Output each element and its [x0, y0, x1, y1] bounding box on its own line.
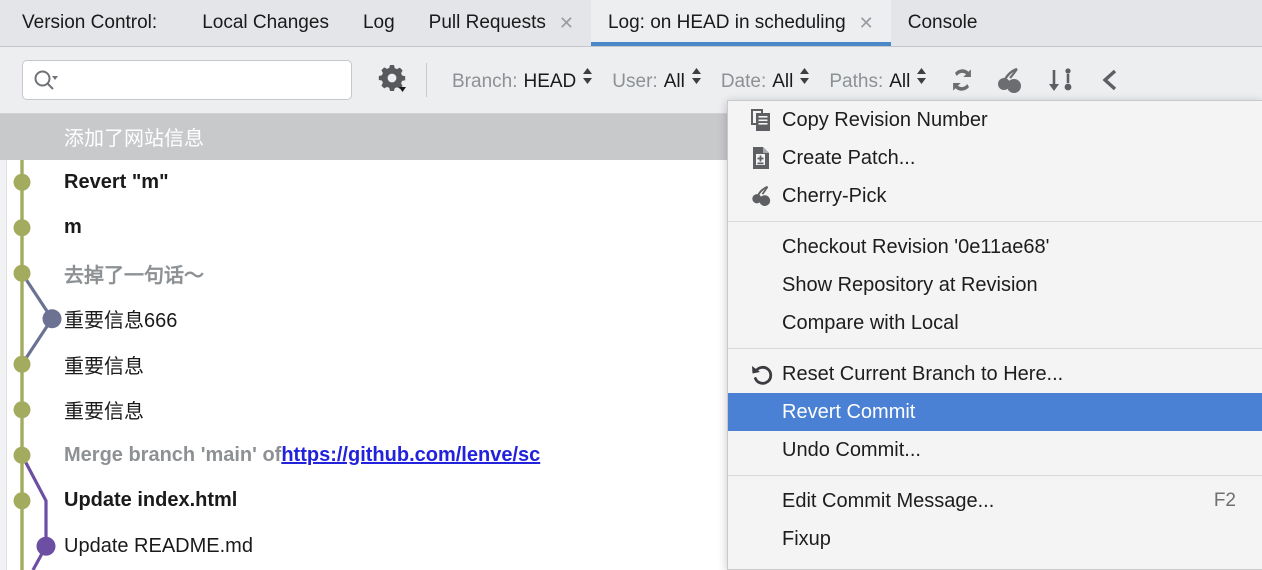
- filter-paths[interactable]: Paths: All: [820, 67, 937, 93]
- create-patch-icon: [750, 146, 782, 170]
- menu-item-label: Revert Commit: [782, 400, 916, 423]
- commit-subject: Merge branch 'main' of: [64, 443, 282, 466]
- commit-subject: 重要信息: [64, 355, 144, 378]
- chevron-updown-icon: [915, 66, 928, 92]
- gear-icon: [377, 63, 407, 98]
- close-icon[interactable]: ✕: [559, 14, 574, 32]
- reset-icon: [750, 362, 782, 386]
- menu-item-compare-with-local[interactable]: Compare with Local: [728, 304, 1262, 342]
- filter-user[interactable]: User: All: [603, 67, 712, 93]
- cherry-pick-icon: [750, 184, 782, 208]
- menu-item-label: Show Repository at Revision: [782, 273, 1038, 296]
- filter-name: User:: [612, 71, 658, 92]
- menu-item-create-patch[interactable]: Create Patch...: [728, 139, 1262, 177]
- menu-separator: [728, 348, 1262, 349]
- menu-separator: [728, 475, 1262, 476]
- settings-gear-button[interactable]: [370, 58, 414, 102]
- search-icon: [33, 69, 59, 91]
- chevron-updown-icon: [690, 66, 703, 92]
- filter-name: Paths:: [829, 71, 884, 92]
- menu-item-checkout-revision-0e11ae68[interactable]: Checkout Revision '0e11ae68': [728, 228, 1262, 266]
- menu-item-label: Reset Current Branch to Here...: [782, 362, 1064, 385]
- menu-item-shortcut: F2: [1213, 490, 1236, 511]
- menu-item-copy-revision-number[interactable]: Copy Revision Number: [728, 101, 1262, 139]
- close-icon[interactable]: ✕: [859, 14, 874, 32]
- cherry-pick-icon[interactable]: [995, 66, 1027, 94]
- commit-url-link[interactable]: https://github.com/lenve/sc: [281, 444, 540, 467]
- chevron-updown-icon: [581, 66, 594, 92]
- tab-label: Log: [362, 12, 395, 33]
- menu-item-show-repository-at-revision[interactable]: Show Repository at Revision: [728, 266, 1262, 304]
- menu-item-revert-commit[interactable]: Revert Commit: [728, 393, 1262, 431]
- menu-separator: [728, 221, 1262, 222]
- search-input[interactable]: [22, 60, 352, 100]
- tab-label: Local Changes: [202, 12, 329, 33]
- filter-value: HEAD: [523, 71, 577, 92]
- filter-group: Branch: HEAD User: All Date: All Paths: All: [443, 67, 937, 93]
- tab-label: Log: on HEAD in scheduling: [607, 12, 846, 33]
- menu-item-label: Checkout Revision '0e11ae68': [782, 235, 1050, 258]
- commit-subject: Update README.md: [64, 534, 253, 557]
- filter-name: Date:: [720, 71, 767, 92]
- commit-subject: Update index.html: [64, 489, 238, 512]
- commit-subject: 去掉了一句话～: [64, 264, 204, 287]
- commit-subject: 重要信息666: [64, 310, 178, 333]
- filter-name: Branch:: [452, 71, 518, 92]
- tab-pull-requests[interactable]: Pull Requests ✕: [412, 0, 591, 46]
- commit-subject: m: [64, 216, 82, 239]
- menu-item-cherry-pick[interactable]: Cherry-Pick: [728, 177, 1262, 215]
- refresh-icon[interactable]: [947, 66, 977, 94]
- collapse-icon[interactable]: [1097, 66, 1121, 94]
- commit-context-menu[interactable]: Copy Revision Number Create Patch... Cherr…: [727, 100, 1262, 570]
- filter-value: All: [663, 71, 685, 92]
- menu-item-label: Cherry-Pick: [782, 184, 887, 207]
- chevron-updown-icon: [798, 66, 811, 92]
- menu-item-reset-current-branch-to-here[interactable]: Reset Current Branch to Here...: [728, 355, 1262, 393]
- menu-item-label: Compare with Local: [782, 311, 959, 334]
- commit-subject: 添加了网站信息: [64, 128, 204, 151]
- tab-log-on-head-in-scheduling[interactable]: Log: on HEAD in scheduling ✕: [590, 0, 891, 46]
- toolbar-action-icons: [947, 66, 1121, 94]
- filter-date[interactable]: Date: All: [712, 67, 821, 93]
- version-control-label: Version Control:: [22, 12, 158, 33]
- tab-bar: Version Control: Local Changes Log Pull Re…: [0, 0, 1262, 47]
- commit-subject: 重要信息: [64, 401, 144, 424]
- menu-item-label: Edit Commit Message...: [782, 489, 995, 512]
- menu-item-label: Fixup: [782, 527, 831, 550]
- filter-branch[interactable]: Branch: HEAD: [443, 67, 603, 93]
- tab-label: Pull Requests: [428, 12, 546, 33]
- menu-item-label: Undo Commit...: [782, 438, 921, 461]
- tab-log[interactable]: Log: [346, 0, 412, 46]
- copy-icon: [750, 108, 782, 132]
- tab-label: Console: [907, 12, 978, 33]
- go-to-hash-icon[interactable]: [1045, 66, 1079, 94]
- menu-item-edit-commit-message[interactable]: Edit Commit Message... F2: [728, 482, 1262, 520]
- tab-console[interactable]: Console: [891, 0, 995, 46]
- menu-item-label: Create Patch...: [782, 146, 916, 169]
- tab-local-changes[interactable]: Local Changes: [185, 0, 346, 46]
- filter-value: All: [772, 71, 794, 92]
- commit-subject: Revert "m": [64, 170, 169, 193]
- filter-value: All: [889, 71, 911, 92]
- version-control-log-window: Version Control: Local Changes Log Pull Re…: [0, 0, 1262, 570]
- toolbar-divider: [426, 63, 427, 97]
- menu-item-label: Copy Revision Number: [782, 108, 988, 131]
- menu-item-fixup[interactable]: Fixup: [728, 520, 1262, 558]
- menu-item-undo-commit[interactable]: Undo Commit...: [728, 431, 1262, 469]
